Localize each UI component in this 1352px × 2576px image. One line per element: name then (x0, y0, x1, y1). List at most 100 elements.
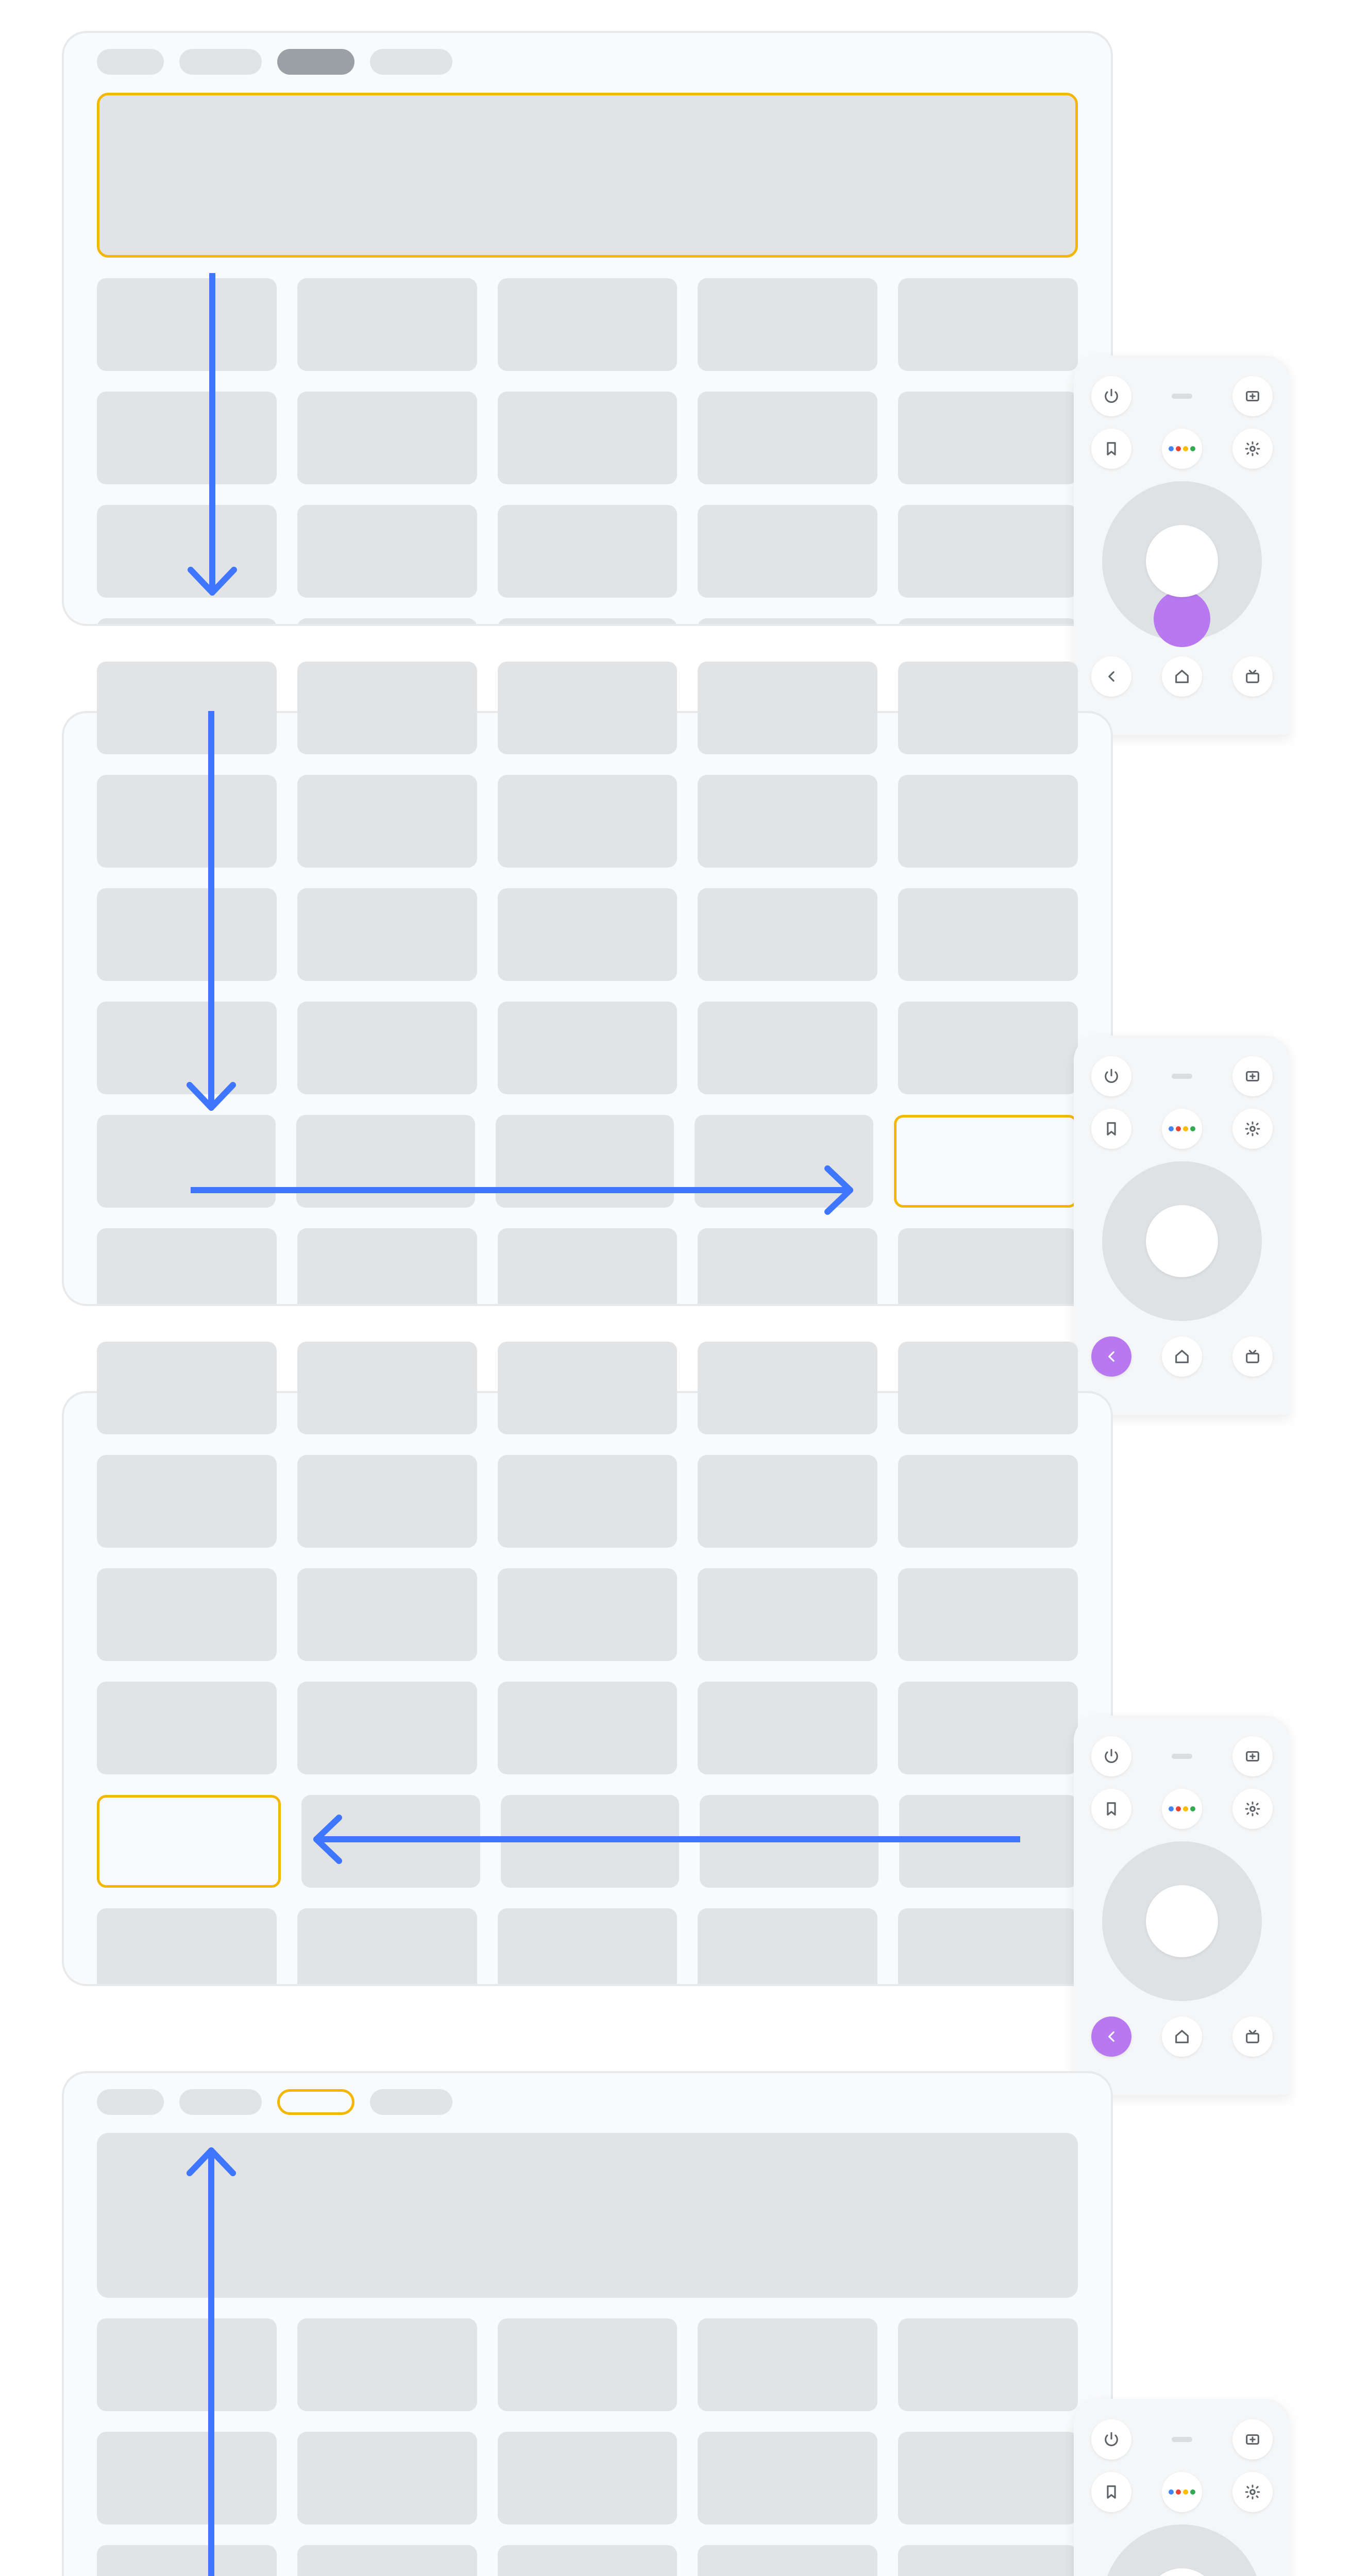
tab-item[interactable] (97, 2089, 164, 2115)
content-card[interactable] (97, 2318, 277, 2411)
remote-live-btn[interactable] (1232, 1336, 1273, 1377)
content-card[interactable] (898, 392, 1078, 484)
content-card[interactable] (698, 505, 877, 598)
content-card[interactable] (297, 888, 477, 981)
content-card[interactable] (297, 1908, 477, 1984)
content-card[interactable] (898, 278, 1078, 371)
content-card[interactable] (498, 278, 678, 371)
content-card[interactable] (698, 1228, 877, 1304)
tab-item[interactable] (97, 49, 164, 75)
content-card[interactable] (898, 1228, 1078, 1304)
remote-live-btn[interactable] (1232, 2016, 1273, 2057)
content-card[interactable] (498, 1908, 678, 1984)
content-card[interactable] (898, 662, 1078, 754)
content-card[interactable] (898, 888, 1078, 981)
remote-dpad-select[interactable] (1146, 1205, 1218, 1277)
remote-dpad-select[interactable] (1146, 525, 1218, 597)
content-card[interactable] (698, 662, 877, 754)
content-card[interactable] (97, 1002, 277, 1094)
content-card[interactable] (698, 1568, 877, 1661)
content-card[interactable] (498, 2432, 678, 2524)
content-card[interactable] (97, 1568, 277, 1661)
content-card[interactable] (898, 1568, 1078, 1661)
remote-power-btn[interactable] (1091, 1736, 1131, 1776)
content-card[interactable] (97, 1455, 277, 1548)
content-card[interactable] (898, 1002, 1078, 1094)
content-card[interactable] (898, 775, 1078, 868)
remote-power-btn[interactable] (1091, 1056, 1131, 1096)
content-card[interactable] (297, 1228, 477, 1304)
remote-assistant-btn[interactable] (1162, 429, 1202, 469)
content-card[interactable] (297, 1342, 477, 1434)
remote-home-btn[interactable] (1162, 1336, 1202, 1377)
remote-assistant-btn[interactable] (1162, 1789, 1202, 1829)
remote-settings-btn[interactable] (1232, 2472, 1273, 2512)
hero-card[interactable] (97, 2133, 1078, 2298)
content-card[interactable] (698, 1908, 877, 1984)
remote-settings-btn[interactable] (1232, 1789, 1273, 1829)
remote-dpad[interactable] (1102, 481, 1262, 641)
remote-power-btn[interactable] (1091, 2419, 1131, 2460)
tab-item-active[interactable] (277, 49, 354, 75)
tab-item[interactable] (179, 49, 262, 75)
content-card[interactable] (297, 1002, 477, 1094)
content-card[interactable] (698, 1342, 877, 1434)
content-card-focused[interactable] (894, 1115, 1078, 1208)
content-card-focused[interactable] (97, 1795, 281, 1888)
content-card[interactable] (498, 505, 678, 598)
tab-item-focused[interactable] (277, 2089, 354, 2115)
remote-home-btn[interactable] (1162, 2016, 1202, 2057)
content-card[interactable] (97, 1908, 277, 1984)
remote-input-btn[interactable] (1232, 376, 1273, 416)
content-card[interactable] (297, 505, 477, 598)
content-card[interactable] (97, 775, 277, 868)
content-card[interactable] (898, 2545, 1078, 2576)
remote-bookmark-btn[interactable] (1091, 1109, 1131, 1149)
content-card[interactable] (296, 1115, 475, 1208)
content-card[interactable] (501, 1795, 680, 1888)
content-card[interactable] (698, 1002, 877, 1094)
content-card[interactable] (898, 1455, 1078, 1548)
content-card[interactable] (297, 775, 477, 868)
content-card[interactable] (698, 1455, 877, 1548)
remote-assistant-btn[interactable] (1162, 2472, 1202, 2512)
remote-input-btn[interactable] (1232, 2419, 1273, 2460)
remote-bookmark-btn[interactable] (1091, 429, 1131, 469)
remote-back-btn[interactable] (1091, 656, 1131, 697)
content-card[interactable] (698, 392, 877, 484)
content-card[interactable] (297, 2318, 477, 2411)
content-card[interactable] (498, 1228, 678, 1304)
content-card[interactable] (498, 2318, 678, 2411)
content-card[interactable] (898, 1342, 1078, 1434)
content-card[interactable] (498, 1342, 678, 1434)
tab-item[interactable] (370, 49, 452, 75)
content-card[interactable] (898, 1908, 1078, 1984)
remote-input-btn[interactable] (1232, 1056, 1273, 1096)
content-card[interactable] (297, 1682, 477, 1774)
content-card[interactable] (698, 618, 877, 624)
content-card[interactable] (97, 1342, 277, 1434)
content-card[interactable] (498, 775, 678, 868)
content-card[interactable] (698, 1682, 877, 1774)
content-card[interactable] (297, 2545, 477, 2576)
remote-back-btn-highlight[interactable] (1091, 2016, 1131, 2057)
content-card[interactable] (97, 2545, 277, 2576)
content-card[interactable] (498, 1455, 678, 1548)
hero-card-focused[interactable] (97, 93, 1078, 258)
remote-assistant-btn[interactable] (1162, 1109, 1202, 1149)
content-card[interactable] (695, 1115, 873, 1208)
remote-dpad[interactable] (1102, 1161, 1262, 1321)
content-card[interactable] (698, 2432, 877, 2524)
remote-input-btn[interactable] (1232, 1736, 1273, 1776)
content-card[interactable] (498, 1682, 678, 1774)
content-card[interactable] (700, 1795, 878, 1888)
content-card[interactable] (297, 662, 477, 754)
tab-item[interactable] (179, 2089, 262, 2115)
content-card[interactable] (898, 1682, 1078, 1774)
content-card[interactable] (97, 505, 277, 598)
content-card[interactable] (97, 2432, 277, 2524)
content-card[interactable] (97, 392, 277, 484)
tab-item[interactable] (370, 2089, 452, 2115)
content-card[interactable] (498, 392, 678, 484)
content-card[interactable] (498, 1002, 678, 1094)
